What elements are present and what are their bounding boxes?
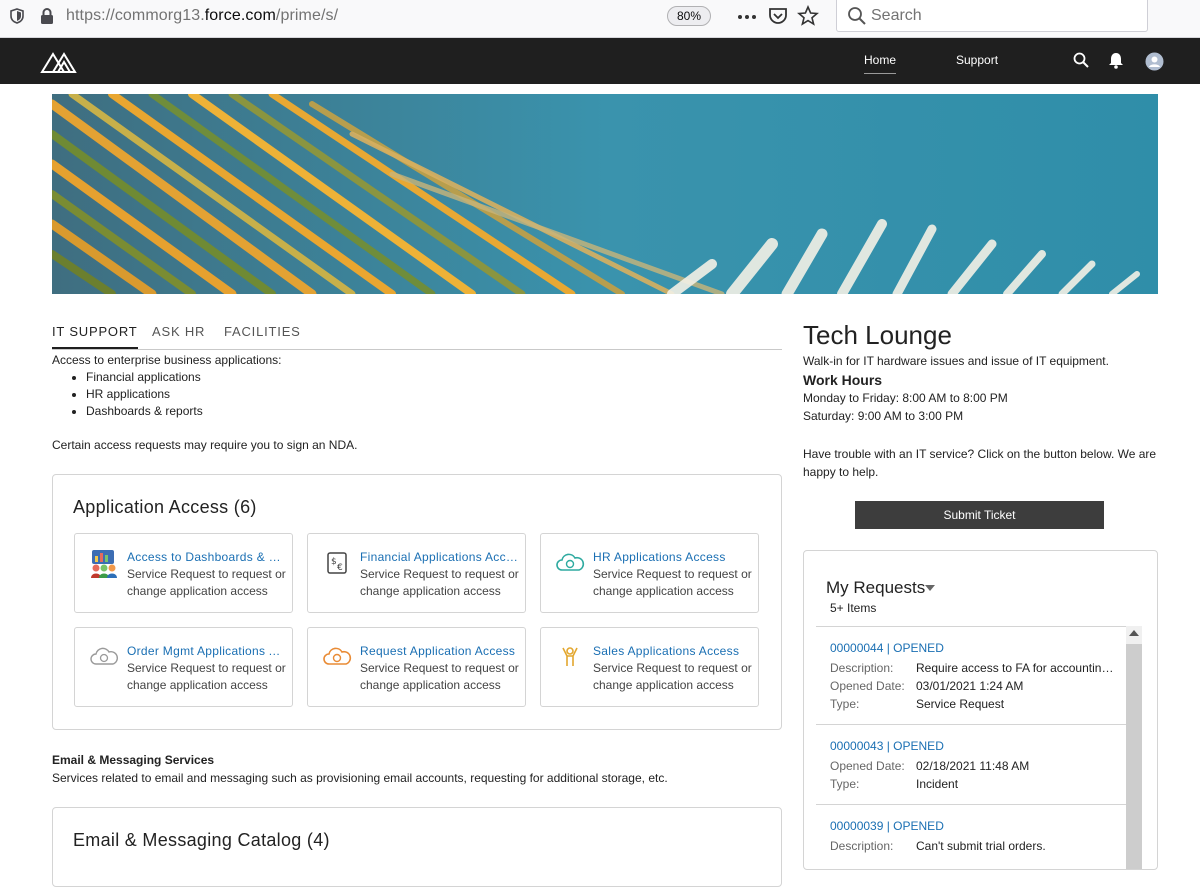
tab-ask-hr[interactable]: ASK HR [152,324,205,339]
email-section-description: Services related to email and messaging … [52,771,668,785]
site-header: Home Support [0,38,1200,84]
my-requests-title[interactable]: My Requests [826,578,925,598]
saturday-hours: Saturday: 9:00 AM to 3:00 PM [803,409,964,423]
zoom-indicator[interactable]: 80% [667,6,711,26]
browser-search-field[interactable]: Search [836,0,1148,32]
tile-description: Service Request to request or change app… [360,567,519,598]
request-opened-date: 02/18/2021 11:48 AM [916,759,1030,773]
browser-toolbar: https://commorg13.force.com/prime/s/ 80%… [0,0,1200,38]
url-prefix: https://commorg13. [66,7,205,24]
catalog-title: Application Access (6) [73,497,257,517]
cloud-hr-icon [556,553,585,571]
tile-description: Service Request to request or change app… [127,661,286,692]
my-requests-panel: My Requests 5+ Items 00000044 | OPENED D… [803,550,1158,870]
field-label: Opened Date: [830,759,905,773]
request-id-link[interactable]: 00000044 | OPENED [830,641,944,655]
avatar-icon[interactable] [1145,52,1164,71]
currency-exchange-icon: $€ [327,552,347,574]
nav-home[interactable]: Home [864,53,897,74]
weekday-hours: Monday to Friday: 8:00 AM to 8:00 PM [803,391,1008,405]
request-id-link[interactable]: 00000039 | OPENED [830,819,944,833]
bookmark-star-icon[interactable] [797,5,819,27]
tile-description: Service Request to request or change app… [127,567,286,598]
request-item[interactable]: 00000039 | OPENED Description: Can't subm… [816,805,1126,869]
scrollbar-thumb[interactable] [1126,644,1142,869]
tile-name[interactable]: Sales Applications Access [593,644,753,658]
request-description: Can't submit trial orders. [916,839,1046,853]
request-list: 00000044 | OPENED Description: Require ac… [816,626,1126,869]
submit-ticket-button[interactable]: Submit Ticket [855,501,1104,529]
catalog-tile[interactable]: Access to Dashboards & Reports Service R… [74,533,293,613]
help-text-line-2: happy to help. [803,465,879,479]
palm-leaf-illustration [52,94,1158,294]
pocket-icon[interactable] [767,5,789,27]
search-placeholder: Search [871,7,922,24]
hero-banner-image [52,94,1158,294]
address-bar[interactable]: https://commorg13.force.com/prime/s/ [66,7,338,25]
url-path: /prime/s/ [275,7,339,24]
url-domain: force.com [204,7,276,24]
catalog-tile[interactable]: Request Application Access Service Reque… [307,627,526,707]
tile-name[interactable]: Request Application Access [360,644,520,658]
tile-description: Service Request to request or change app… [360,661,519,692]
tile-name[interactable]: Order Mgmt Applications Access [127,644,287,658]
tile-description: Service Request to request or change app… [593,661,752,692]
request-id-link[interactable]: 00000043 | OPENED [830,739,944,753]
mountain-logo-icon[interactable] [40,48,78,74]
search-icon [848,7,866,25]
email-section-heading: Email & Messaging Services [52,753,215,767]
scroll-up-arrow-icon[interactable] [1129,630,1139,636]
my-requests-count: 5+ Items [830,601,877,615]
tile-name[interactable]: HR Applications Access [593,550,753,564]
field-label: Type: [830,777,860,791]
intro-lead: Access to enterprise business applicatio… [52,353,282,367]
application-access-catalog: Application Access (6) Access to Dashboa… [52,474,782,730]
field-label: Description: [830,661,894,675]
request-description: Require access to FA for accounting l... [916,661,1116,675]
email-messaging-catalog: Email & Messaging Catalog (4) [52,807,782,887]
tile-description: Service Request to request or change app… [593,567,752,598]
more-actions-icon[interactable] [736,5,758,27]
svg-text:€: € [337,563,343,573]
intro-item: Financial applications [86,369,281,386]
tab-it-support[interactable]: IT SUPPORT [52,324,138,349]
tile-name[interactable]: Access to Dashboards & Reports [127,550,287,564]
request-opened-date: 03/01/2021 1:24 AM [916,679,1024,693]
it-support-intro: Access to enterprise business applicatio… [52,352,281,420]
cloud-request-icon [323,647,352,665]
nda-note: Certain access requests may require you … [52,438,358,452]
field-label: Opened Date: [830,679,905,693]
catalog-title: Email & Messaging Catalog (4) [73,830,330,850]
field-label: Description: [830,839,894,853]
search-icon[interactable] [1073,52,1089,68]
tech-lounge-subtitle: Walk-in for IT hardware issues and issue… [803,354,1109,368]
tab-facilities[interactable]: FACILITIES [224,324,301,339]
tile-name[interactable]: Financial Applications Access [360,550,520,564]
help-text-line-1: Have trouble with an IT service? Click o… [803,447,1157,461]
nav-support[interactable]: Support [956,53,998,67]
notification-bell-icon[interactable] [1108,52,1124,69]
cloud-order-icon [90,647,119,665]
chevron-down-icon[interactable] [925,585,935,591]
request-list-scrollbar[interactable] [1126,626,1142,869]
catalog-tile[interactable]: Sales Applications Access Service Reques… [540,627,759,707]
dashboard-people-icon [91,550,117,578]
lock-icon[interactable] [40,7,54,25]
sales-person-icon [562,647,578,666]
catalog-tile[interactable]: Order Mgmt Applications Access Service R… [74,627,293,707]
tech-lounge-title: Tech Lounge [803,320,952,350]
request-type: Service Request [916,697,1005,711]
support-tabs: IT SUPPORT ASK HR FACILITIES [52,324,782,350]
svg-text:$: $ [331,557,337,567]
shield-icon[interactable] [10,8,24,24]
catalog-tile[interactable]: HR Applications Access Service Request t… [540,533,759,613]
field-label: Type: [830,697,860,711]
intro-item: Dashboards & reports [86,403,281,420]
work-hours-heading: Work Hours [803,372,883,388]
catalog-tile[interactable]: $ € Financial Applications Access Service… [307,533,526,613]
intro-item: HR applications [86,386,281,403]
request-item[interactable]: 00000044 | OPENED Description: Require ac… [816,627,1126,725]
request-item[interactable]: 00000043 | OPENED Opened Date: 02/18/2021… [816,725,1126,805]
request-type: Incident [916,777,959,791]
